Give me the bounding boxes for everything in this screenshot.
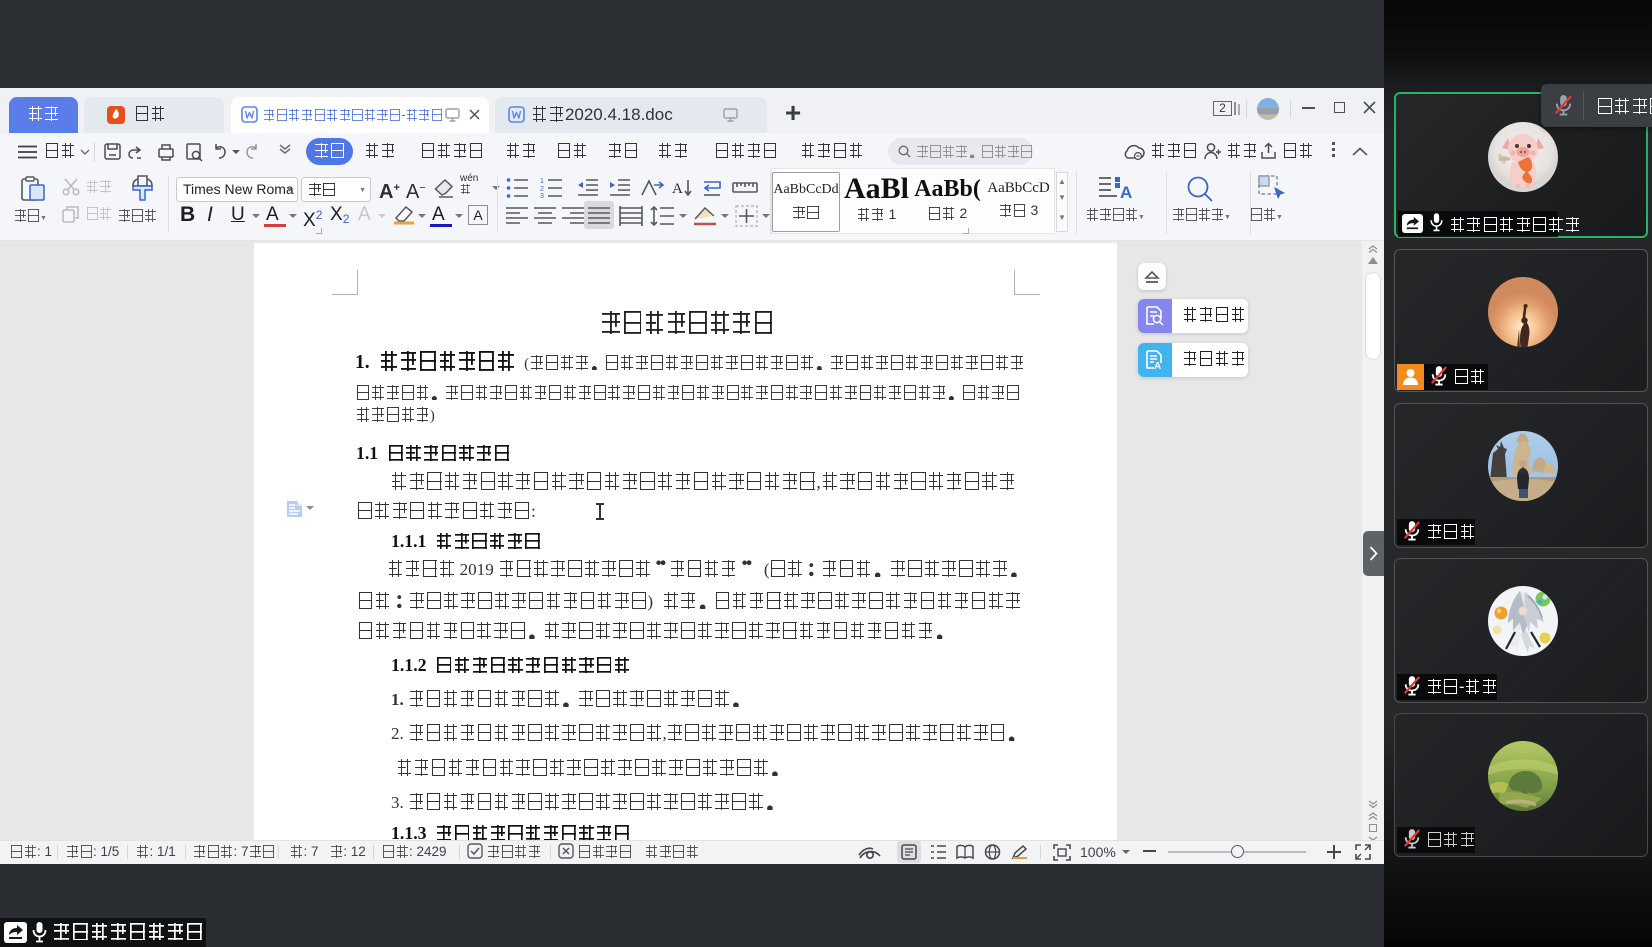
svg-text:2: 2 (540, 186, 544, 193)
svg-text:A: A (672, 181, 683, 197)
svg-text:A: A (1154, 361, 1161, 370)
svg-text:A: A (1120, 183, 1132, 202)
svg-text:1: 1 (540, 178, 544, 185)
svg-text:3: 3 (540, 193, 544, 199)
